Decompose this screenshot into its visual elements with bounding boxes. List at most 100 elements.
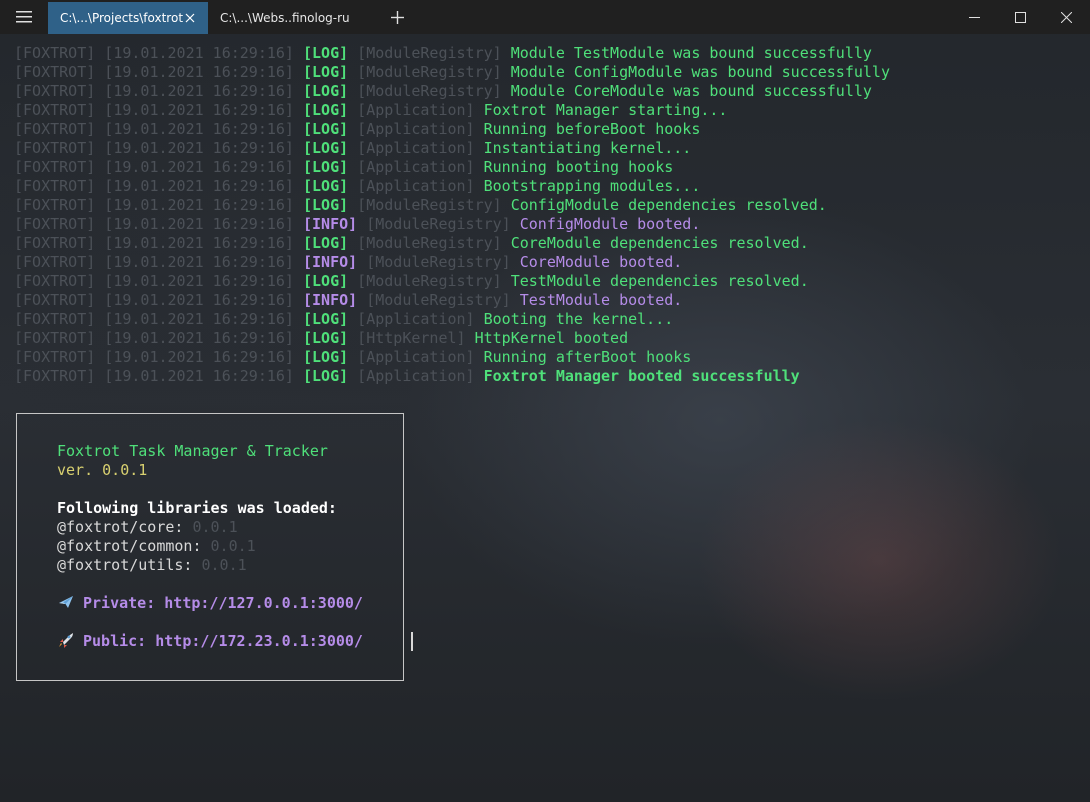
tab-finolog[interactable]: C:\...\Webs..finolog-ru: [208, 2, 376, 34]
log-message: HttpKernel booted: [474, 329, 629, 347]
log-level-badge: [INFO]: [302, 291, 358, 309]
log-line: [FOXTROT] [19.01.2021 16:29:16] [LOG] [A…: [14, 348, 890, 367]
log-source: [Application]: [348, 177, 484, 195]
close-window-icon[interactable]: [1043, 0, 1089, 34]
log-source: [HttpKernel]: [348, 329, 475, 347]
log-line: [FOXTROT] [19.01.2021 16:29:16] [LOG] [M…: [14, 44, 890, 63]
log-level-badge: [LOG]: [302, 367, 349, 385]
log-level-badge: [INFO]: [302, 215, 358, 233]
log-source: [ModuleRegistry]: [357, 253, 520, 271]
title-bar: C:\...\Projects\foxtrot C:\...\Webs..fin…: [0, 0, 1090, 34]
log-prefix: [FOXTROT] [19.01.2021 16:29:16]: [14, 253, 303, 271]
log-message: Running booting hooks: [483, 158, 674, 176]
log-line: [FOXTROT] [19.01.2021 16:29:16] [INFO] […: [14, 291, 890, 310]
text-cursor: [411, 632, 413, 651]
log-level-badge: [LOG]: [302, 348, 349, 366]
log-lines: [FOXTROT] [19.01.2021 16:29:16] [LOG] [M…: [14, 44, 890, 386]
log-source: [Application]: [348, 139, 484, 157]
log-line: [FOXTROT] [19.01.2021 16:29:16] [LOG] [A…: [14, 158, 890, 177]
log-source: [ModuleRegistry]: [357, 291, 520, 309]
log-line: [FOXTROT] [19.01.2021 16:29:16] [LOG] [M…: [14, 196, 890, 215]
log-line: [FOXTROT] [19.01.2021 16:29:16] [LOG] [A…: [14, 139, 890, 158]
log-prefix: [FOXTROT] [19.01.2021 16:29:16]: [14, 291, 303, 309]
log-level-badge: [LOG]: [302, 139, 349, 157]
log-prefix: [FOXTROT] [19.01.2021 16:29:16]: [14, 82, 303, 100]
log-source: [Application]: [348, 158, 484, 176]
airplane-icon: [57, 594, 75, 610]
minimize-icon[interactable]: [951, 0, 997, 34]
log-prefix: [FOXTROT] [19.01.2021 16:29:16]: [14, 348, 303, 366]
log-prefix: [FOXTROT] [19.01.2021 16:29:16]: [14, 120, 303, 138]
log-source: [ModuleRegistry]: [348, 63, 511, 81]
log-prefix: [FOXTROT] [19.01.2021 16:29:16]: [14, 177, 303, 195]
maximize-icon[interactable]: [997, 0, 1043, 34]
log-level-badge: [LOG]: [302, 44, 349, 62]
log-source: [Application]: [348, 101, 484, 119]
hamburger-menu-icon[interactable]: [0, 0, 48, 34]
log-message: Booting the kernel...: [483, 310, 674, 328]
log-source: [Application]: [348, 120, 484, 138]
log-line: [FOXTROT] [19.01.2021 16:29:16] [INFO] […: [14, 215, 890, 234]
log-prefix: [FOXTROT] [19.01.2021 16:29:16]: [14, 329, 303, 347]
library-name: @foxtrot/utils:: [57, 556, 193, 574]
libraries-heading: Following libraries was loaded:: [57, 499, 337, 517]
tab-foxtrot[interactable]: C:\...\Projects\foxtrot: [48, 2, 208, 34]
banner-box: Foxtrot Task Manager & Tracker ver. 0.0.…: [16, 413, 404, 681]
banner-content: Foxtrot Task Manager & Tracker ver. 0.0.…: [57, 442, 363, 651]
log-level-badge: [LOG]: [302, 310, 349, 328]
log-message: Running beforeBoot hooks: [483, 120, 701, 138]
library-version: 0.0.1: [210, 537, 256, 555]
log-message: TestModule booted.: [519, 291, 683, 309]
app-title: Foxtrot Task Manager & Tracker: [57, 442, 328, 460]
log-source: [ModuleRegistry]: [348, 234, 511, 252]
log-message: Running afterBoot hooks: [483, 348, 692, 366]
log-message: CoreModule dependencies resolved.: [510, 234, 809, 252]
log-prefix: [FOXTROT] [19.01.2021 16:29:16]: [14, 215, 303, 233]
log-prefix: [FOXTROT] [19.01.2021 16:29:16]: [14, 196, 303, 214]
log-source: [Application]: [348, 310, 484, 328]
log-message: CoreModule booted.: [519, 253, 683, 271]
plus-icon[interactable]: [384, 4, 410, 30]
log-prefix: [FOXTROT] [19.01.2021 16:29:16]: [14, 139, 303, 157]
close-icon[interactable]: [182, 10, 198, 26]
log-level-badge: [LOG]: [302, 101, 349, 119]
log-level-badge: [LOG]: [302, 63, 349, 81]
library-version: 0.0.1: [201, 556, 247, 574]
terminal-output[interactable]: [FOXTROT] [19.01.2021 16:29:16] [LOG] [M…: [0, 34, 1090, 802]
log-prefix: [FOXTROT] [19.01.2021 16:29:16]: [14, 101, 303, 119]
log-level-badge: [LOG]: [302, 329, 349, 347]
log-prefix: [FOXTROT] [19.01.2021 16:29:16]: [14, 158, 303, 176]
log-line: [FOXTROT] [19.01.2021 16:29:16] [LOG] [A…: [14, 310, 890, 329]
log-source: [ModuleRegistry]: [348, 44, 511, 62]
log-level-badge: [LOG]: [302, 177, 349, 195]
tab-label: C:\...\Projects\foxtrot: [60, 11, 184, 25]
log-level-badge: [LOG]: [302, 272, 349, 290]
log-prefix: [FOXTROT] [19.01.2021 16:29:16]: [14, 63, 303, 81]
log-line: [FOXTROT] [19.01.2021 16:29:16] [LOG] [A…: [14, 177, 890, 196]
log-message: ConfigModule dependencies resolved.: [510, 196, 827, 214]
log-line: [FOXTROT] [19.01.2021 16:29:16] [LOG] [A…: [14, 120, 890, 139]
log-message: Bootstrapping modules...: [483, 177, 701, 195]
log-level-badge: [LOG]: [302, 196, 349, 214]
log-source: [Application]: [348, 348, 484, 366]
log-level-badge: [LOG]: [302, 82, 349, 100]
log-level-badge: [LOG]: [302, 120, 349, 138]
log-line: [FOXTROT] [19.01.2021 16:29:16] [LOG] [M…: [14, 234, 890, 253]
log-source: [ModuleRegistry]: [348, 272, 511, 290]
log-prefix: [FOXTROT] [19.01.2021 16:29:16]: [14, 234, 303, 252]
library-version: 0.0.1: [192, 518, 238, 536]
public-url[interactable]: Public: http://172.23.0.1:3000/: [83, 632, 363, 650]
log-message: Module TestModule was bound successfully: [510, 44, 872, 62]
app-version: ver. 0.0.1: [57, 461, 148, 479]
terminal-window: C:\...\Projects\foxtrot C:\...\Webs..fin…: [0, 0, 1090, 802]
log-message: Foxtrot Manager starting...: [483, 101, 728, 119]
private-url[interactable]: Private: http://127.0.0.1:3000/: [83, 594, 363, 612]
log-line: [FOXTROT] [19.01.2021 16:29:16] [LOG] [A…: [14, 367, 890, 386]
log-message: Module CoreModule was bound successfully: [510, 82, 872, 100]
log-line: [FOXTROT] [19.01.2021 16:29:16] [LOG] [H…: [14, 329, 890, 348]
log-level-badge: [INFO]: [302, 253, 358, 271]
log-line: [FOXTROT] [19.01.2021 16:29:16] [LOG] [A…: [14, 101, 890, 120]
rocket-icon: [57, 632, 75, 648]
log-message: Foxtrot Manager booted successfully: [483, 367, 800, 385]
log-level-badge: [LOG]: [302, 234, 349, 252]
